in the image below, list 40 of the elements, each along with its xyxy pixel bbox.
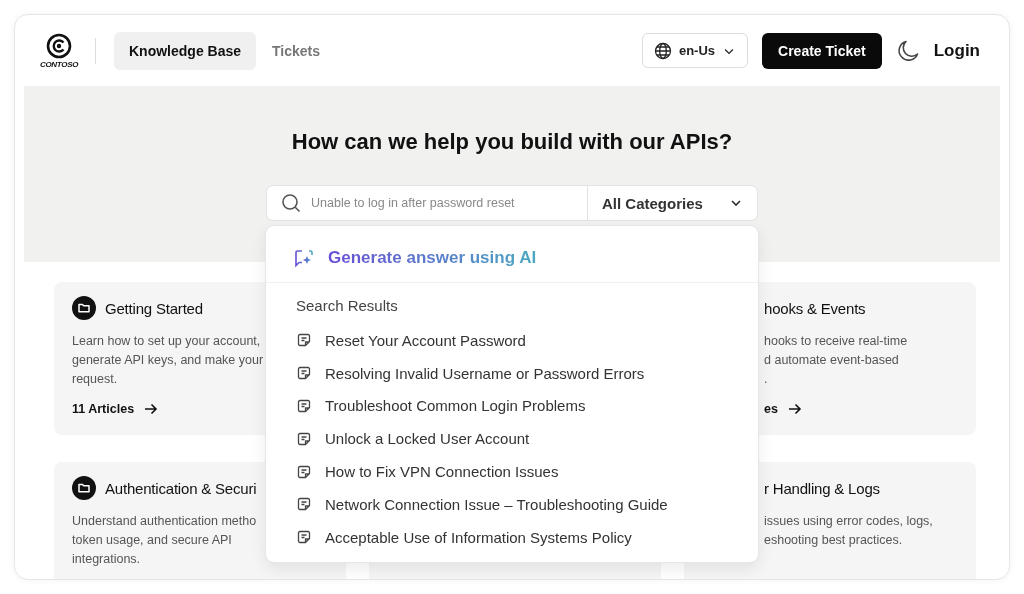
card-title: hooks & Events (764, 299, 866, 317)
articles-link[interactable]: 11 Articles (72, 402, 135, 416)
card-description: eshooting best practices. (764, 532, 903, 549)
login-link[interactable]: Login (933, 40, 980, 61)
articles-link[interactable]: es (764, 402, 778, 416)
card-description: integrations. (72, 551, 141, 568)
language-select[interactable]: en-Us (641, 33, 749, 68)
generate-answer-link[interactable]: Generate answer using AI (328, 248, 537, 268)
document-icon (297, 399, 311, 413)
document-icon (297, 366, 311, 381)
card-description: issues using error codes, logs, (764, 513, 933, 530)
card-description: Understand authentication metho (72, 513, 257, 530)
document-icon (297, 464, 311, 479)
card-description: generate API keys, and make your (72, 352, 264, 369)
moon-icon[interactable] (895, 38, 920, 63)
folder-icon (72, 476, 96, 500)
folder-icon (72, 296, 96, 320)
document-icon (297, 497, 311, 512)
document-icon (297, 431, 311, 446)
create-ticket-button[interactable]: Create Ticket (762, 32, 882, 69)
globe-icon (653, 41, 672, 60)
card-description: Learn how to set up your account, (72, 333, 261, 350)
card-description: d automate event-based (764, 352, 899, 369)
logo-icon (46, 32, 72, 59)
card-description: hooks to receive real-time (764, 333, 908, 350)
card-description: request. (72, 371, 118, 388)
ai-sparkle-icon[interactable] (294, 248, 314, 268)
document-icon (297, 530, 311, 545)
card-description: . (764, 371, 768, 388)
nav-tab[interactable]: Tickets (257, 31, 336, 70)
arrow-icon (787, 403, 802, 415)
card-title: Getting Started (105, 299, 203, 317)
logo-text: CONTOSO (39, 59, 79, 69)
card-title: r Handling & Logs (764, 479, 880, 497)
nav-tab[interactable]: Knowledge Base (114, 31, 257, 70)
arrow-icon (144, 403, 159, 415)
card-title: Authentication & Securi (105, 479, 257, 497)
card-description: token usage, and secure API (72, 532, 232, 549)
document-icon (297, 333, 311, 348)
hero-title: How can we help you build with our APIs? (291, 129, 733, 155)
